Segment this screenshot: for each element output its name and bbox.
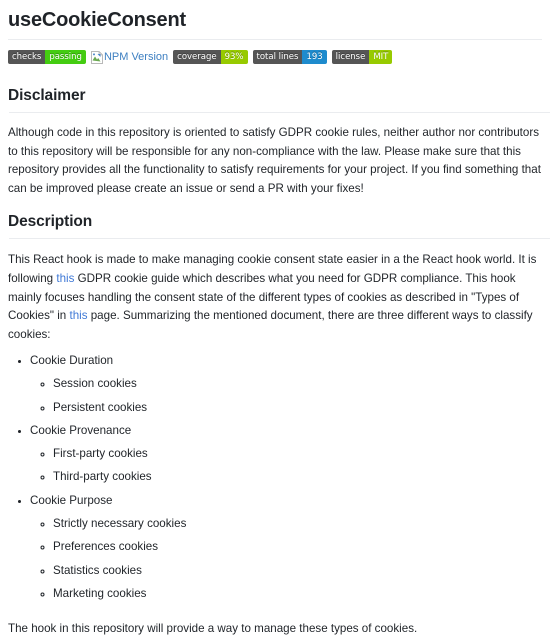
- coverage-badge-value: 93%: [220, 50, 248, 64]
- list-item: Cookie Provenance First-party cookies Thir…: [30, 422, 542, 487]
- cookie-group-label: Cookie Provenance: [30, 424, 132, 438]
- broken-image-icon: [90, 50, 104, 64]
- description-text-part-3: page. Summarizing the mentioned document…: [8, 309, 533, 341]
- list-item: Third-party cookies: [53, 468, 542, 487]
- list-item: Session cookies: [53, 375, 542, 394]
- disclaimer-heading: Disclaimer: [8, 87, 86, 104]
- coverage-badge[interactable]: coverage 93%: [173, 50, 248, 64]
- checks-badge-value: passing: [45, 50, 86, 64]
- cookie-subtype-list: Strictly necessary cookies Preferences co…: [30, 515, 542, 604]
- total-lines-badge-label: total lines: [252, 50, 303, 64]
- npm-version-alt-text: NPM Version: [103, 51, 169, 63]
- page-title: useCookieConsent: [8, 9, 186, 31]
- gdpr-guide-link[interactable]: this: [56, 272, 74, 285]
- types-of-cookies-link[interactable]: this: [69, 309, 87, 322]
- npm-version-badge[interactable]: NPM Version: [90, 50, 169, 64]
- total-lines-badge-value: 193: [302, 50, 327, 64]
- license-badge-label: license: [331, 50, 370, 64]
- cookie-subtype-list: Session cookies Persistent cookies: [30, 375, 542, 417]
- cookie-subtype-list: First-party cookies Third-party cookies: [30, 445, 542, 487]
- list-item: Statistics cookies: [53, 562, 542, 581]
- disclaimer-paragraph: Although code in this repository is orie…: [8, 126, 541, 195]
- coverage-badge-label: coverage: [173, 50, 221, 64]
- license-badge[interactable]: license MIT: [331, 50, 393, 64]
- cookie-group-label: Cookie Duration: [30, 354, 114, 368]
- badge-row: checks passing NPM Version coverage 93% total…: [8, 40, 542, 72]
- list-item: Cookie Duration Session cookies Persistent…: [30, 352, 542, 417]
- list-item: Preferences cookies: [53, 538, 542, 557]
- readme-page: useCookieConsent checks passing NPM Versio…: [0, 0, 550, 638]
- closing-paragraph: The hook in this repository will provide…: [8, 621, 418, 635]
- cookie-classification-list: Cookie Duration Session cookies Persistent…: [8, 352, 542, 604]
- checks-badge-label: checks: [8, 50, 46, 64]
- list-item: Cookie Purpose Strictly necessary cookies…: [30, 492, 542, 604]
- checks-badge[interactable]: checks passing: [8, 50, 86, 64]
- cookie-group-label: Cookie Purpose: [30, 493, 113, 507]
- description-paragraph: This React hook is made to make managing…: [8, 239, 542, 344]
- list-item: Persistent cookies: [53, 399, 542, 418]
- license-badge-value: MIT: [369, 50, 393, 64]
- list-item: Marketing cookies: [53, 585, 542, 604]
- description-heading: Description: [8, 213, 93, 231]
- total-lines-badge[interactable]: total lines 193: [252, 50, 327, 64]
- list-item: First-party cookies: [53, 445, 542, 464]
- list-item: Strictly necessary cookies: [53, 515, 542, 534]
